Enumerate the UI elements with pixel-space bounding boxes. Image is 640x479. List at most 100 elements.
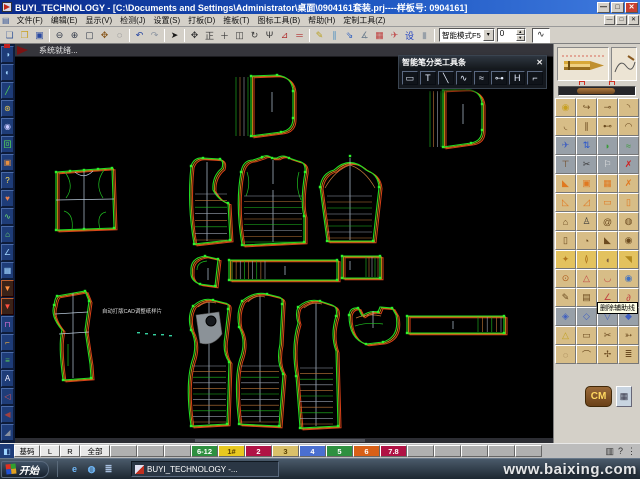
- pattern-piece-collar-piece[interactable]: [348, 307, 400, 346]
- line-tool[interactable]: ╲: [438, 71, 454, 85]
- left-tool-2[interactable]: ◐: [1, 64, 14, 81]
- pattern-piece-pocket-a[interactable]: [236, 74, 296, 138]
- tool-tile-15[interactable]: ⚐: [597, 155, 618, 174]
- tool-tile-11[interactable]: ◗: [597, 136, 618, 155]
- tool-tile-40[interactable]: ◉: [618, 269, 639, 288]
- size-cell-6[interactable]: 6: [353, 445, 380, 457]
- tool-tile-55[interactable]: ✢: [597, 345, 618, 364]
- h-shape-tool[interactable]: H: [509, 71, 525, 85]
- settings-tool-icon[interactable]: 设: [402, 28, 417, 43]
- tool-tile-18[interactable]: ▣: [576, 174, 597, 193]
- tool-tile-53[interactable]: ◌: [555, 345, 576, 364]
- chevron-down-icon[interactable]: ▾: [483, 29, 494, 41]
- size-cell-3[interactable]: 3: [272, 445, 299, 457]
- menu-item-设置S[interactable]: 设置(S): [149, 15, 184, 26]
- tool-tile-36[interactable]: ◥: [618, 250, 639, 269]
- fork-tool-icon[interactable]: Ψ: [262, 28, 277, 43]
- left-tool-12[interactable]: ∠: [1, 244, 14, 261]
- tool-tile-46[interactable]: ◇: [576, 307, 597, 326]
- mirror-tool-icon[interactable]: ◫: [232, 28, 247, 43]
- left-tool-18[interactable]: ≡: [1, 352, 14, 369]
- left-tool-15[interactable]: ▼: [1, 298, 14, 315]
- left-tool-20[interactable]: ◁: [1, 388, 14, 405]
- zoom-out-icon[interactable]: ⊖: [52, 28, 67, 43]
- tool-tile-10[interactable]: ⇅: [576, 136, 597, 155]
- tool-slider[interactable]: [558, 86, 636, 96]
- mdi-restore-button[interactable]: □: [616, 15, 627, 25]
- minimize-button[interactable]: —: [597, 2, 610, 13]
- left-tool-13[interactable]: ▦: [1, 262, 14, 279]
- hatch-tool-icon[interactable]: ∥: [327, 28, 342, 43]
- size-cell-empty[interactable]: [137, 445, 164, 457]
- tool-tile-14[interactable]: ✂: [576, 155, 597, 174]
- parallel-tool-icon[interactable]: ＝: [292, 28, 307, 43]
- tool-tile-1[interactable]: ◉: [555, 98, 576, 117]
- slider-thumb[interactable]: [577, 88, 615, 94]
- left-tool-10[interactable]: ∿: [1, 208, 14, 225]
- size-cell-empty[interactable]: [110, 445, 137, 457]
- size-cell-全部[interactable]: 全部: [80, 445, 110, 457]
- tool-tile-31[interactable]: ◣: [597, 231, 618, 250]
- smart-mode-combobox[interactable]: 智能模式F5 ▾: [439, 28, 495, 42]
- corner-tool[interactable]: ⌐: [527, 71, 543, 85]
- left-tool-17[interactable]: ⌐: [1, 334, 14, 351]
- fit-screen-icon[interactable]: ▢: [82, 28, 97, 43]
- move-tool-icon[interactable]: ✥: [187, 28, 202, 43]
- mode-value[interactable]: 0: [498, 29, 516, 41]
- tool-tile-28[interactable]: ◍: [618, 212, 639, 231]
- tool-tile-51[interactable]: ✂: [597, 326, 618, 345]
- left-tool-21[interactable]: ◀: [1, 406, 14, 423]
- open-file-icon[interactable]: ❐: [17, 28, 32, 43]
- tool-tile-8[interactable]: ◠: [618, 117, 639, 136]
- size-cell-L[interactable]: L: [40, 445, 60, 457]
- dash-dot-tool[interactable]: ⊶: [491, 71, 507, 85]
- menu-item-图标工具B[interactable]: 图标工具(B): [253, 15, 304, 26]
- pen-preview-image[interactable]: [557, 47, 609, 81]
- tool-tile-52[interactable]: ➳: [618, 326, 639, 345]
- menu-item-打板D[interactable]: 打板(D): [184, 15, 219, 26]
- start-button[interactable]: 开始: [1, 461, 49, 478]
- tool-tile-20[interactable]: ✗: [618, 174, 639, 193]
- rotate-tool-icon[interactable]: ↻: [247, 28, 262, 43]
- mode-value-spinner[interactable]: 0 ▲ ▼: [497, 28, 526, 42]
- tool-tile-54[interactable]: ⌒: [576, 345, 597, 364]
- dart-tool-icon[interactable]: ✈: [387, 28, 402, 43]
- spin-down-icon[interactable]: ▼: [516, 35, 525, 41]
- tool-tile-56[interactable]: ≣: [618, 345, 639, 364]
- curve-tool[interactable]: ∿: [456, 71, 472, 85]
- tool-tile-23[interactable]: ▭: [597, 193, 618, 212]
- pattern-piece-skirt-panel-3[interactable]: [294, 300, 341, 430]
- taskbar-task-button[interactable]: BUYI_TECHNOLOGY -...: [131, 461, 279, 477]
- add-point-icon[interactable]: ＋: [217, 28, 232, 43]
- pencil-tool-icon[interactable]: ✎: [312, 28, 327, 43]
- pattern-piece-pants-piece[interactable]: [53, 290, 94, 382]
- size-cell-empty[interactable]: [515, 445, 542, 457]
- tool-tile-21[interactable]: ◺: [555, 193, 576, 212]
- tool-tile-39[interactable]: ◡: [597, 269, 618, 288]
- pattern-piece-long-strip[interactable]: [228, 259, 340, 282]
- pattern-piece-sleeve[interactable]: [319, 155, 382, 243]
- drawing-canvas[interactable]: 系统就绪... 自动打版CAD调整纸样片 智能笔分类工具条 ✕ ▭T╲∿≈⊶H⌐: [15, 44, 553, 443]
- help-icon[interactable]: ?: [618, 446, 623, 457]
- tool-tile-37[interactable]: ⊙: [555, 269, 576, 288]
- maximize-button[interactable]: □: [611, 2, 624, 13]
- tool-tile-38[interactable]: △: [576, 269, 597, 288]
- size-cell-R[interactable]: R: [60, 445, 80, 457]
- tool-tile-41[interactable]: ✎: [555, 288, 576, 307]
- tool-tile-33[interactable]: ✦: [555, 250, 576, 269]
- undo-icon[interactable]: ↶: [132, 28, 147, 43]
- tool-tile-35[interactable]: ◖: [597, 250, 618, 269]
- more-icon[interactable]: ⋮: [627, 446, 636, 457]
- tool-tile-22[interactable]: ◿: [576, 193, 597, 212]
- tool-tile-49[interactable]: △: [555, 326, 576, 345]
- size-cell-4[interactable]: 4: [299, 445, 326, 457]
- menu-item-帮助H[interactable]: 帮助(H): [304, 15, 339, 26]
- left-tool-9[interactable]: ♥: [1, 190, 14, 207]
- tool-tile-32[interactable]: ◉: [618, 231, 639, 250]
- pattern-piece-elbow-piece[interactable]: [191, 255, 221, 288]
- left-tool-8[interactable]: ?: [1, 172, 14, 189]
- tool-tile-24[interactable]: ▯: [618, 193, 639, 212]
- tool-tile-50[interactable]: ▭: [576, 326, 597, 345]
- t-shape-tool[interactable]: T: [420, 71, 436, 85]
- left-tool-6[interactable]: 回: [1, 136, 14, 153]
